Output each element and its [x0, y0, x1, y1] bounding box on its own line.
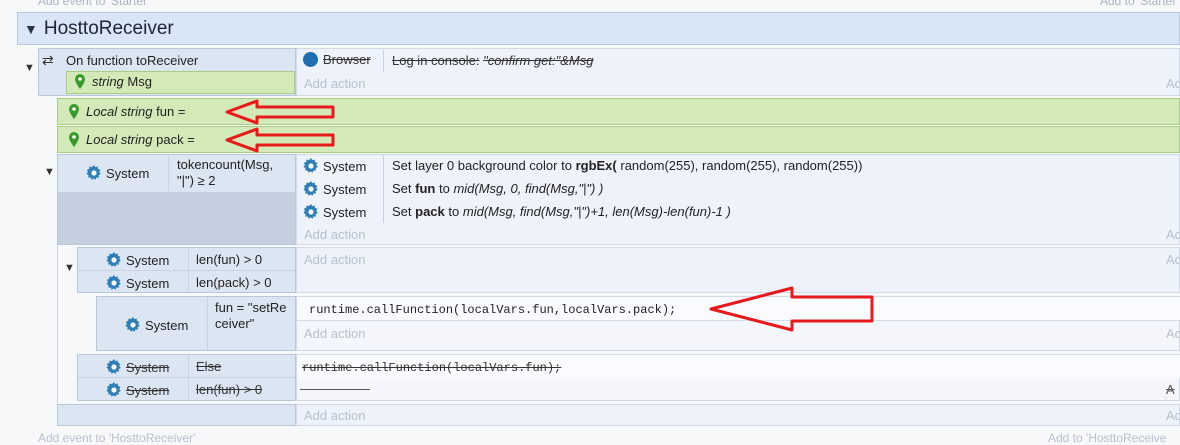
strike-line: [300, 389, 370, 390]
event1-action-2-object: System: [303, 181, 366, 197]
add-event-starter-link[interactable]: Add event to 'Starter': [38, 0, 149, 8]
column-divider: [168, 156, 169, 191]
add-action-link-right[interactable]: Ad: [1166, 408, 1180, 423]
add-to-starter-link[interactable]: Add to 'Starter': [1100, 0, 1179, 8]
add-action-link-right[interactable]: Ad: [1166, 252, 1180, 267]
function-trigger-label: On function toReceiver: [66, 53, 199, 68]
event1-action-3-object: System: [303, 204, 366, 220]
event1-object: System: [86, 165, 149, 181]
event4-cond1-object: System: [106, 359, 169, 375]
pin-icon: [68, 132, 80, 147]
gear-icon: [86, 165, 102, 181]
pin-icon: [68, 104, 80, 119]
event2-cond1-object: System: [106, 252, 169, 268]
gear-icon: [106, 382, 122, 398]
row-divider: [78, 377, 295, 378]
row-divider: [78, 270, 295, 271]
add-action-link[interactable]: Add action: [304, 76, 365, 91]
event4-cond1[interactable]: Else: [196, 359, 221, 374]
column-divider: [207, 297, 208, 350]
event1-action-2[interactable]: Set fun to mid(Msg, 0, find(Msg,"|") ): [392, 181, 603, 196]
annotation-arrow-icon: [225, 127, 335, 153]
add-action-link-right[interactable]: Ad: [1166, 227, 1180, 242]
event2-cond1[interactable]: len(fun) > 0: [196, 252, 262, 267]
globe-icon: [303, 52, 318, 67]
add-action-link-right[interactable]: Ad: [1166, 326, 1180, 341]
browser-action[interactable]: Browser: [303, 52, 371, 67]
event2-cond2-object: System: [106, 275, 169, 291]
gear-icon: [303, 204, 319, 220]
gear-icon: [106, 275, 122, 291]
local-var-fun-label: Local string fun =: [68, 104, 185, 119]
annotation-arrow-icon: [709, 286, 874, 332]
event2-cond2[interactable]: len(pack) > 0: [196, 275, 272, 290]
script-text: runtime.callFunction(localVars.fun,local…: [309, 303, 677, 317]
event1-action-3[interactable]: Set pack to mid(Msg, find(Msg,"|")+1, le…: [392, 204, 731, 219]
group-title: HosttoReceiver: [43, 17, 174, 39]
event1-bottom-block: [57, 404, 296, 426]
add-action-link[interactable]: Add action: [304, 227, 365, 242]
add-action-link[interactable]: Add action: [304, 252, 365, 267]
gear-icon: [125, 317, 141, 333]
event1-condition-text: tokencount(Msg, "|") ≥ 2: [177, 157, 274, 188]
disabled-script-text: runtime.callFunction(localVars.fun);: [302, 361, 562, 375]
add-action-link-right[interactable]: A: [1166, 382, 1175, 397]
add-action-link[interactable]: Add action: [304, 408, 365, 423]
event3-object: System: [125, 317, 188, 333]
event1-action-1-object: System: [303, 158, 366, 174]
gear-icon: [303, 181, 319, 197]
local-var-pack-label: Local string pack =: [68, 132, 195, 147]
event3-condition-text: fun = "setReceiver": [215, 300, 287, 331]
browser-action-text: Log in console: "confirm get:"&Msg: [392, 53, 594, 68]
add-event-link[interactable]: Add event to 'HosttoReceiver': [38, 431, 195, 445]
collapse-triangle-icon[interactable]: ▼: [24, 62, 35, 74]
gear-icon: [106, 252, 122, 268]
bottom-actions[interactable]: [296, 404, 1180, 426]
add-action-link[interactable]: Add action: [304, 326, 365, 341]
function-param-label: string Msg: [74, 74, 152, 89]
gear-icon: [303, 158, 319, 174]
add-action-link-right[interactable]: Ad: [1166, 76, 1180, 91]
collapse-triangle-icon[interactable]: ▼: [24, 21, 38, 37]
group-header[interactable]: ▼ HosttoReceiver: [17, 12, 1180, 45]
column-divider: [383, 50, 384, 72]
loop-arrows-icon: ⇄: [42, 52, 54, 68]
collapse-triangle-icon[interactable]: ▼: [44, 166, 55, 178]
collapse-triangle-icon[interactable]: ▼: [64, 262, 75, 274]
event4-cond2-object: System: [106, 382, 169, 398]
gear-icon: [106, 359, 122, 375]
event4-cond2[interactable]: len(fun) > 0: [196, 382, 262, 397]
annotation-arrow-icon: [225, 99, 335, 125]
event1-action-1[interactable]: Set layer 0 background color to rgbEx( r…: [392, 158, 862, 173]
column-divider: [383, 155, 384, 223]
add-to-group-link[interactable]: Add to 'HosttoReceive: [1048, 431, 1166, 445]
pin-icon: [74, 74, 86, 89]
